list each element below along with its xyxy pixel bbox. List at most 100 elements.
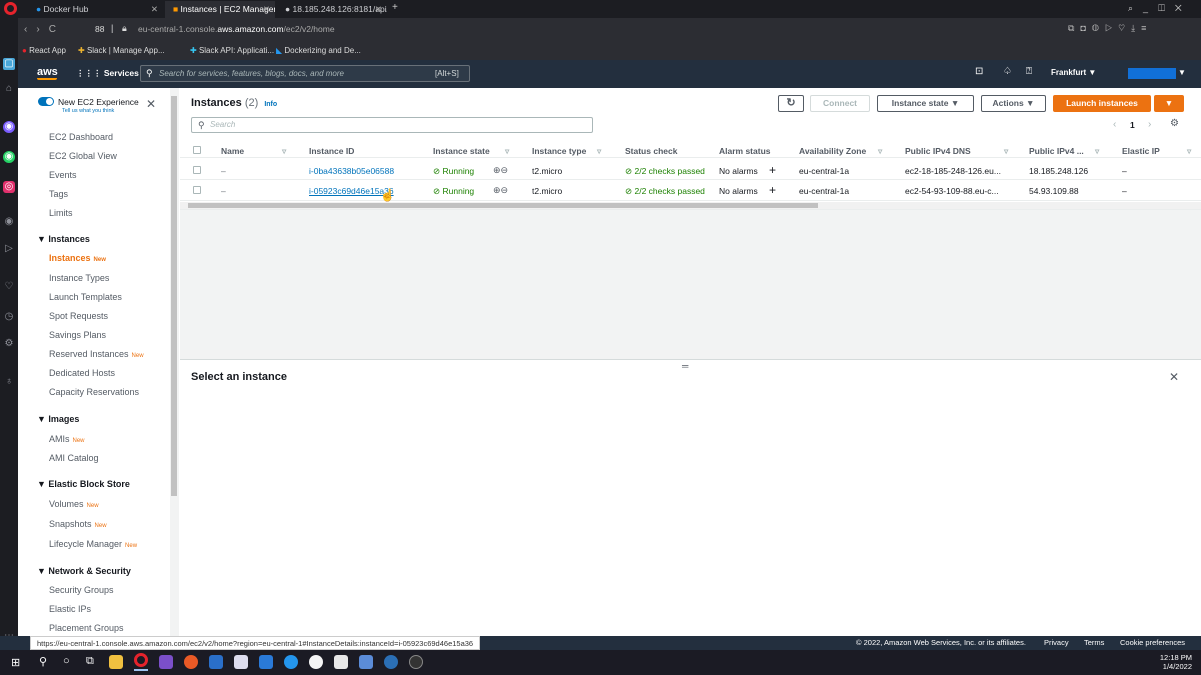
actions-button[interactable]: Actions ▼ xyxy=(981,95,1046,112)
column-header-instance-state[interactable]: Instance state xyxy=(433,146,490,156)
snap-icon[interactable]: ◫ xyxy=(1158,3,1175,13)
terms-link[interactable]: Terms xyxy=(1084,638,1104,647)
filter-icon[interactable]: ▿ xyxy=(505,146,509,157)
account-caret-icon[interactable]: ▼ xyxy=(1178,68,1186,77)
filter-icon[interactable]: ▿ xyxy=(597,146,601,157)
column-header-availability-zone[interactable]: Availability Zone xyxy=(799,146,866,156)
back-icon[interactable]: ‹ xyxy=(24,24,36,35)
instagram-icon[interactable]: ◎ xyxy=(3,181,15,193)
column-header-alarm-status[interactable]: Alarm status xyxy=(719,146,771,156)
close-detail-icon[interactable]: ✕ xyxy=(1169,370,1179,384)
bookmark-react-app[interactable]: ● React App xyxy=(22,46,66,55)
sidebar-item-savings-plans[interactable]: Savings Plans xyxy=(49,330,106,340)
add-alarm-icon[interactable]: + xyxy=(769,183,776,197)
next-page-icon[interactable]: › xyxy=(1148,119,1151,130)
vpn-icon[interactable]: ◍ xyxy=(1092,23,1105,33)
instance-id-link[interactable]: i-0ba43638b05e06588 xyxy=(309,166,394,176)
workspace-icon[interactable]: ▢ xyxy=(3,58,15,70)
column-header-instance-type[interactable]: Instance type xyxy=(532,146,586,156)
tab-docker-hub[interactable]: ● Docker Hub ✕ xyxy=(28,1,163,18)
flow-icon[interactable]: ▷ xyxy=(3,243,15,255)
sidebar-item-snapshots[interactable]: Snapshots New xyxy=(49,519,107,529)
account-menu[interactable] xyxy=(1128,68,1176,79)
screenshot-icon[interactable]: ⧉ xyxy=(1068,23,1080,33)
task-view-icon[interactable]: ⧉ xyxy=(86,655,94,668)
menu-icon[interactable]: ≡ xyxy=(1141,23,1152,33)
row-checkbox[interactable] xyxy=(193,166,201,174)
settings-icon[interactable]: ⚙ xyxy=(3,338,15,350)
resize-handle-icon[interactable]: ═ xyxy=(682,361,688,371)
azure-icon[interactable] xyxy=(259,655,273,669)
sidebar-section-instances[interactable]: ▼ Instances xyxy=(37,234,90,244)
sidebar-item-ec2-dashboard[interactable]: EC2 Dashboard xyxy=(49,132,113,142)
new-tab-button[interactable]: + xyxy=(392,2,398,13)
search-tabs-icon[interactable]: ⌕ xyxy=(1128,3,1143,13)
instance-state-button[interactable]: Instance state ▼ xyxy=(877,95,974,112)
sidebar-item-launch-templates[interactable]: Launch Templates xyxy=(49,292,122,302)
close-window-icon[interactable]: ✕ xyxy=(1175,3,1192,13)
aws-search-input[interactable]: ⚲ Search for services, features, blogs, … xyxy=(140,65,470,82)
filter-icon[interactable]: ▿ xyxy=(878,146,882,157)
history-icon[interactable]: ◷ xyxy=(3,311,15,323)
launch-instances-button[interactable]: Launch instances xyxy=(1053,95,1151,112)
home-icon[interactable]: ⌂ xyxy=(3,83,15,95)
cookie-preferences-link[interactable]: Cookie preferences xyxy=(1120,638,1185,647)
terminal-icon[interactable] xyxy=(334,655,348,669)
visual-studio-icon[interactable] xyxy=(159,655,173,669)
bell-icon[interactable]: ♤ xyxy=(1003,66,1012,77)
sidebar-item-capacity-reservations[interactable]: Capacity Reservations xyxy=(49,387,139,397)
sidebar-item-ec2-global-view[interactable]: EC2 Global View xyxy=(49,151,117,161)
new-experience-toggle[interactable] xyxy=(38,97,54,106)
prev-page-icon[interactable]: ‹ xyxy=(1113,119,1116,130)
sidebar-section-network-security[interactable]: ▼ Network & Security xyxy=(37,566,131,576)
sidebar-item-reserved-instances[interactable]: Reserved Instances New xyxy=(49,349,144,359)
sidebar-item-instances[interactable]: Instances New xyxy=(49,253,106,263)
feedback-link[interactable]: Tell us what you think xyxy=(62,108,114,114)
my-flow-icon[interactable]: ♡ xyxy=(1118,23,1131,33)
column-header-public-ipv4[interactable]: Public IPv4 ... xyxy=(1029,146,1084,156)
help-icon[interactable]: ⍰ xyxy=(1026,66,1032,77)
minimize-icon[interactable]: _ xyxy=(1143,3,1158,13)
filter-icon[interactable]: ▿ xyxy=(1095,146,1099,157)
close-sidebar-icon[interactable]: ✕ xyxy=(146,97,156,111)
sidebar-item-security-groups[interactable]: Security Groups xyxy=(49,585,114,595)
info-link[interactable]: Info xyxy=(264,101,277,108)
select-all-checkbox[interactable] xyxy=(193,146,201,154)
sidebar-item-spot-requests[interactable]: Spot Requests xyxy=(49,311,108,321)
cloudshell-icon[interactable]: ⊡ xyxy=(975,66,983,77)
sidebar-item-instance-types[interactable]: Instance Types xyxy=(49,273,109,283)
sidebar-item-elastic-ips[interactable]: Elastic IPs xyxy=(49,604,91,614)
sidebar-item-dedicated-hosts[interactable]: Dedicated Hosts xyxy=(49,368,115,378)
forward-icon[interactable]: › xyxy=(36,24,48,35)
filter-icon[interactable]: ▿ xyxy=(1004,146,1008,157)
table-horizontal-scrollbar[interactable] xyxy=(180,202,1201,209)
close-tab-icon[interactable]: ✕ xyxy=(375,4,382,15)
tips-icon[interactable]: ♁ xyxy=(3,376,15,388)
sidebar-item-events[interactable]: Events xyxy=(49,170,77,180)
cortana-icon[interactable]: ○ xyxy=(63,655,70,667)
bookmark-slack-manage[interactable]: ✚ Slack | Manage App... xyxy=(78,46,165,55)
sidebar-item-limits[interactable]: Limits xyxy=(49,208,73,218)
url-field[interactable]: eu-central-1.console.aws.amazon.com/ec2/… xyxy=(138,24,335,34)
tab-api[interactable]: ● 18.185.248.126:8181/api/ ✕ xyxy=(277,1,387,18)
services-menu[interactable]: ⋮⋮⋮ Services xyxy=(76,68,139,79)
filter-icon[interactable]: ▿ xyxy=(282,146,286,157)
column-header-instance-id[interactable]: Instance ID xyxy=(309,146,354,156)
add-alarm-icon[interactable]: + xyxy=(769,163,776,177)
camera-icon[interactable]: ◘ xyxy=(1080,23,1091,33)
column-header-status-check[interactable]: Status check xyxy=(625,146,677,156)
sidebar-scrollbar[interactable] xyxy=(170,88,179,636)
slack-taskbar-icon[interactable] xyxy=(309,655,323,669)
close-tab-icon[interactable]: ✕ xyxy=(263,4,270,15)
file-explorer-icon[interactable] xyxy=(109,655,123,669)
row-checkbox[interactable] xyxy=(193,186,201,194)
taskbar-clock[interactable]: 12:18 PM 1/4/2022 xyxy=(1152,653,1192,671)
region-selector[interactable]: Frankfurt ▼ xyxy=(1051,68,1096,77)
refresh-button[interactable]: ↻ xyxy=(778,95,804,112)
docker-desktop-icon[interactable] xyxy=(284,655,298,669)
column-header-name[interactable]: Name xyxy=(221,146,244,156)
zoom-icons[interactable]: ⊕⊖ xyxy=(493,185,508,196)
sidebar-item-lifecycle-manager[interactable]: Lifecycle Manager New xyxy=(49,539,137,549)
sidebar-section-ebs[interactable]: ▼ Elastic Block Store xyxy=(37,479,130,489)
aws-logo[interactable]: aws xyxy=(37,66,58,78)
